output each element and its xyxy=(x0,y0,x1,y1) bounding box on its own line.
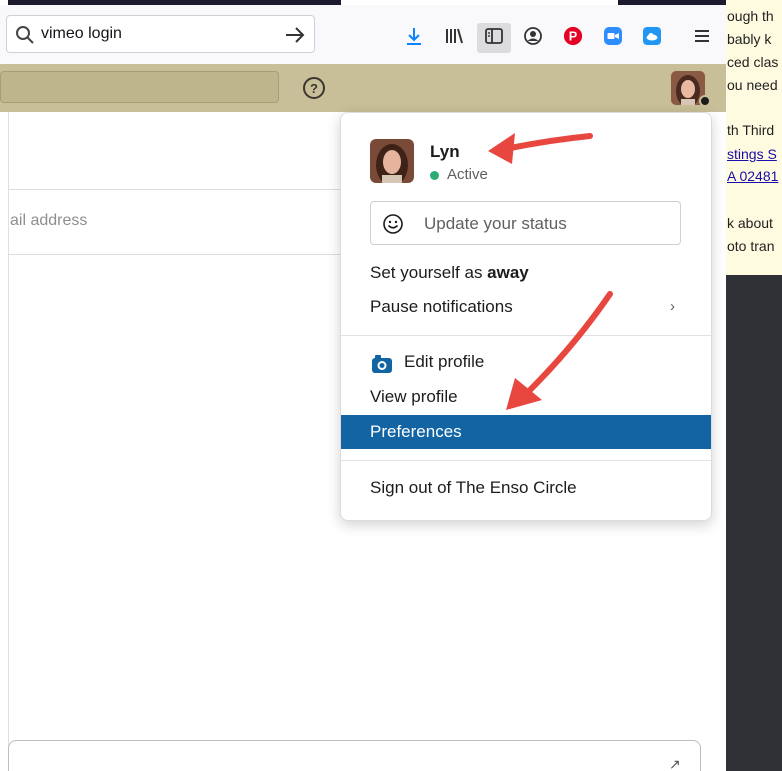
preferences-label: Preferences xyxy=(370,422,462,441)
doc-text-line: oto tran xyxy=(727,238,775,254)
search-icon xyxy=(15,25,35,50)
menu-avatar xyxy=(370,139,414,183)
sidebar-icon[interactable] xyxy=(484,26,504,46)
view-profile-menu-item[interactable]: View profile xyxy=(370,387,458,407)
header-presence-dot xyxy=(699,95,711,107)
content-left-border xyxy=(8,112,9,771)
menu-icon[interactable] xyxy=(692,26,712,46)
message-composer[interactable] xyxy=(8,740,701,771)
expand-icon[interactable]: ↗ xyxy=(669,756,681,771)
address-bar[interactable]: vimeo login xyxy=(6,15,315,53)
doc-text-line: bably k xyxy=(727,31,772,47)
user-name: Lyn xyxy=(430,142,460,161)
content-divider xyxy=(8,254,343,255)
doc-text-line: k about xyxy=(727,215,773,231)
menu-divider xyxy=(341,460,711,461)
pause-notifications-menu-item[interactable]: Pause notifications xyxy=(370,297,513,317)
chevron-right-icon: › xyxy=(670,298,675,315)
active-status-dot xyxy=(430,171,439,180)
screenshot: vimeo login P ? ail address ↗ ough th ba… xyxy=(0,0,782,771)
sign-out-menu-item[interactable]: Sign out of The Enso Circle xyxy=(370,478,577,498)
edit-profile-menu-item[interactable]: Edit profile xyxy=(404,352,484,372)
camera-icon xyxy=(370,352,394,379)
address-text: vimeo login xyxy=(41,25,122,42)
menu-divider xyxy=(341,335,711,336)
doc-link[interactable]: stings S xyxy=(727,146,777,162)
email-field-placeholder[interactable]: ail address xyxy=(10,212,87,230)
help-icon[interactable]: ? xyxy=(303,77,325,99)
download-icon[interactable] xyxy=(404,26,424,46)
presence-label: Active xyxy=(447,166,488,183)
set-away-prefix: Set yourself as xyxy=(370,263,488,282)
doc-text-line: ough th xyxy=(727,8,774,24)
doc-link[interactable]: A 02481 xyxy=(727,168,778,184)
account-icon[interactable] xyxy=(523,26,543,46)
content-divider xyxy=(8,189,343,190)
workspace-search-bar[interactable] xyxy=(0,71,279,103)
set-away-bold: away xyxy=(487,263,529,282)
zoom-icon[interactable] xyxy=(603,26,623,46)
svg-text:P: P xyxy=(569,29,578,44)
go-arrow-icon[interactable] xyxy=(284,24,306,51)
doc-text-line: th Third xyxy=(727,122,775,138)
background-document: ough th bably k ced clas ou need th Thir… xyxy=(726,0,782,275)
smiley-icon xyxy=(382,213,404,240)
library-icon[interactable] xyxy=(444,26,464,46)
pinterest-icon[interactable]: P xyxy=(563,26,583,46)
doc-text-line: ou need xyxy=(727,77,778,93)
set-away-menu-item[interactable]: Set yourself as away xyxy=(370,263,529,283)
update-status-placeholder: Update your status xyxy=(424,214,567,233)
cloud-icon[interactable] xyxy=(642,26,662,46)
doc-text-line: ced clas xyxy=(727,54,779,70)
